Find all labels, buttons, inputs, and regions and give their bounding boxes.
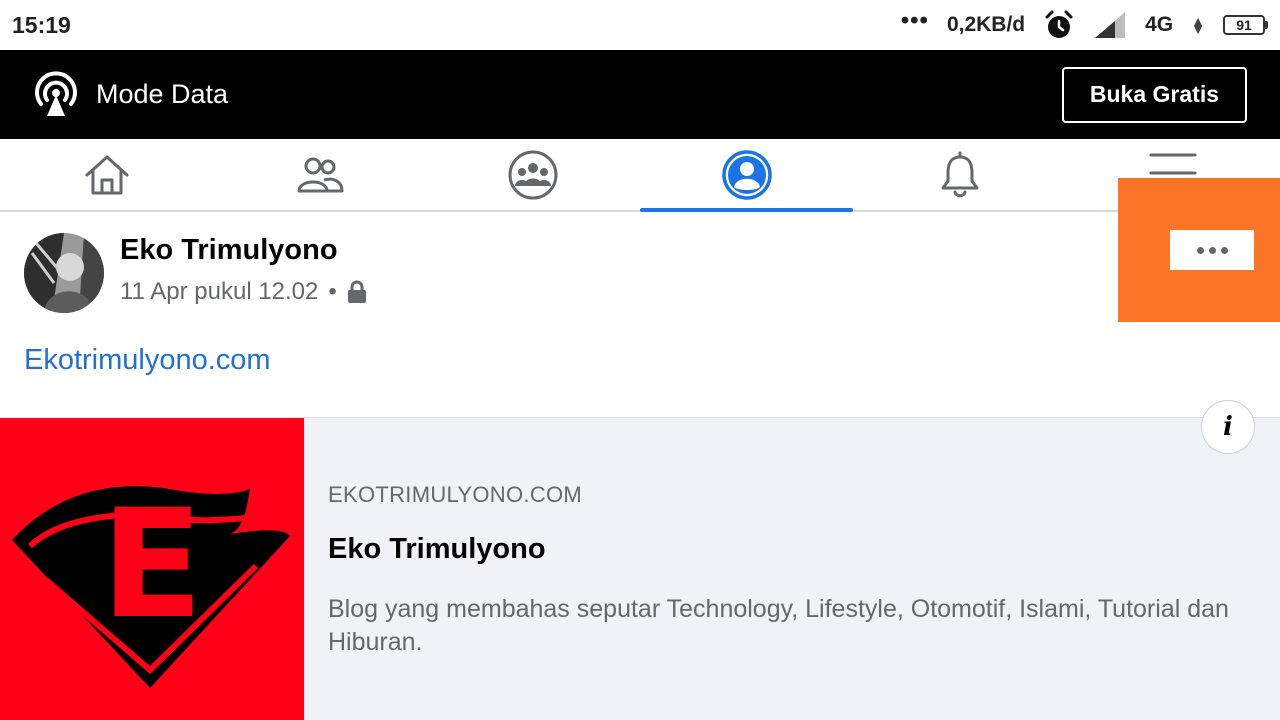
info-button[interactable]: i (1201, 400, 1255, 454)
avatar-photo (24, 233, 104, 313)
profile-icon (721, 149, 772, 200)
tab-profile[interactable] (639, 139, 854, 212)
post-meta: 11 Apr pukul 12.02 • (120, 278, 367, 306)
preview-description: Blog yang membahas seputar Technology, L… (328, 595, 1229, 656)
post-timestamp[interactable]: 11 Apr pukul 12.02 (120, 278, 318, 306)
more-notifications-icon: ••• (900, 7, 929, 34)
info-icon: i (1223, 412, 1233, 442)
groups-icon (508, 150, 558, 199)
tab-groups[interactable] (427, 139, 640, 210)
more-dot (1208, 246, 1216, 254)
meta-separator: • (328, 278, 337, 305)
link-preview-card[interactable]: E (0, 417, 1280, 720)
notifications-icon (941, 151, 979, 197)
tab-home[interactable] (0, 139, 213, 210)
more-dot (1196, 246, 1204, 254)
preview-image[interactable]: E (0, 418, 304, 720)
tab-friends[interactable] (213, 139, 426, 210)
lock-icon (347, 280, 366, 303)
signal-icon (1095, 12, 1126, 38)
more-options-button[interactable] (1170, 230, 1254, 270)
tab-notifications[interactable] (853, 139, 1066, 210)
logo-letter: E (101, 478, 203, 652)
network-speed: 0,2KB/d (946, 13, 1026, 36)
status-bar: 15:19 ••• 0,2KB/d 4G ▲ ▼ 91 (0, 0, 1280, 50)
friends-icon (297, 157, 344, 192)
battery-level: 91 (1223, 15, 1265, 35)
home-icon (85, 155, 129, 194)
alarm-icon (1045, 10, 1073, 38)
network-type: 4G (1145, 13, 1174, 36)
data-mode-title: Mode Data (96, 79, 229, 109)
preview-domain: EKOTRIMULYONO.COM (328, 482, 583, 507)
post-link[interactable]: Ekotrimulyono.com (24, 344, 271, 377)
free-open-button[interactable]: Buka Gratis (1061, 66, 1247, 123)
eko-logo: E (12, 478, 290, 688)
more-dot (1220, 246, 1228, 254)
battery-icon: 91 (1223, 15, 1268, 35)
preview-title[interactable]: Eko Trimulyono (328, 533, 546, 566)
battery-tip (1265, 21, 1268, 29)
status-indicators: ••• 0,2KB/d 4G ▲ ▼ 91 (901, 9, 1268, 41)
data-activity-icon: ▲ ▼ (1191, 12, 1205, 37)
author-avatar[interactable] (24, 233, 104, 313)
nav-bar (0, 139, 1280, 212)
broadcast-icon (35, 70, 77, 116)
status-time: 15:19 (12, 11, 71, 38)
author-name[interactable]: Eko Trimulyono (120, 234, 338, 267)
page: 15:19 ••• 0,2KB/d 4G ▲ ▼ 91 Mode Data Bu… (0, 0, 1280, 720)
data-mode-banner: Mode Data Buka Gratis (0, 50, 1280, 139)
